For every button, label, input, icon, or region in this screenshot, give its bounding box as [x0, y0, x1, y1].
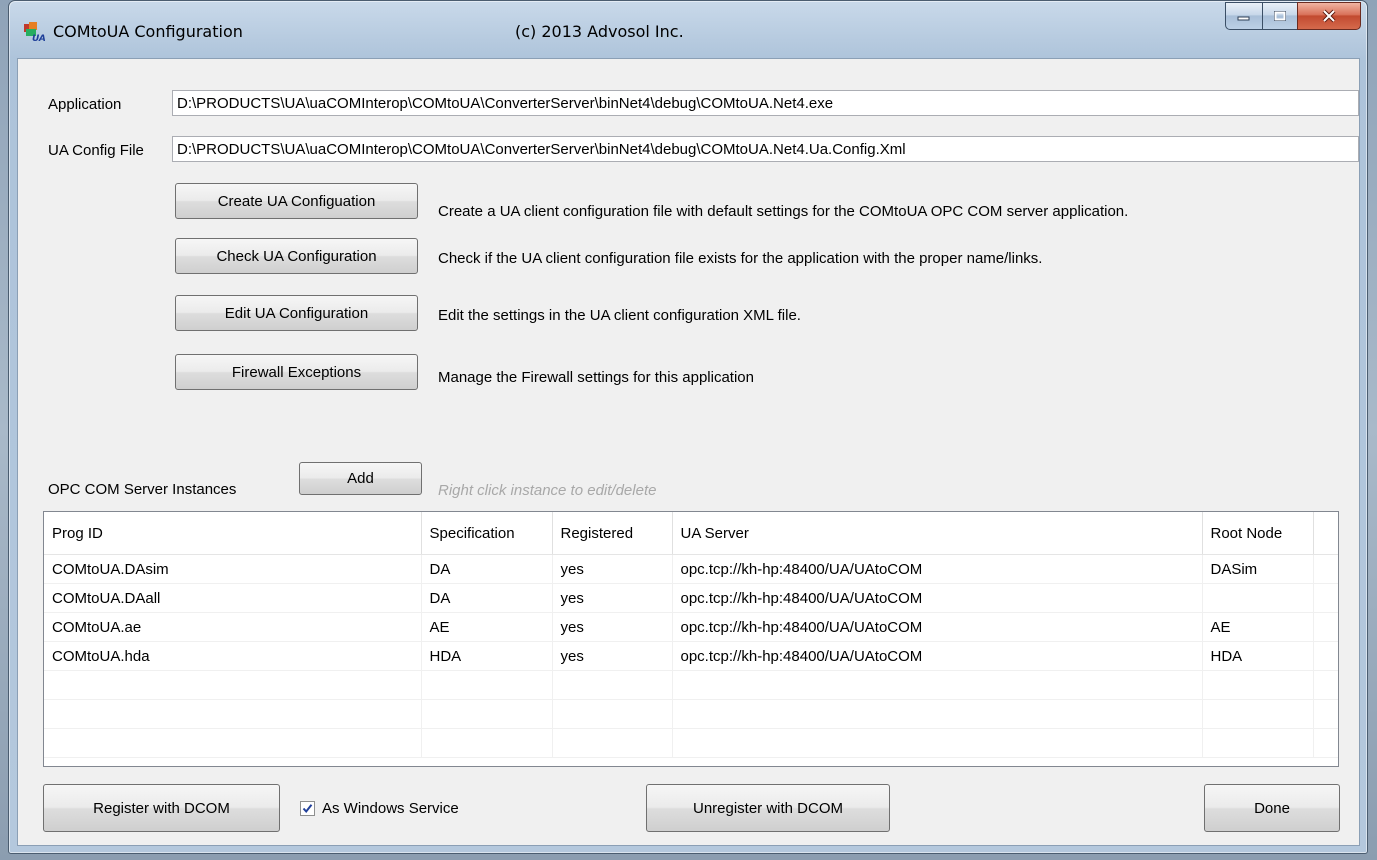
- table-row[interactable]: COMtoUA.hda HDA yes opc.tcp://kh-hp:4840…: [44, 641, 1338, 671]
- done-button[interactable]: Done: [1204, 784, 1340, 832]
- column-header-specification[interactable]: Specification: [421, 512, 553, 555]
- instance-edit-hint: Right click instance to edit/delete: [438, 482, 657, 499]
- cell-registered: yes: [552, 583, 673, 613]
- caption-buttons: [1225, 2, 1361, 30]
- title-bar[interactable]: UA COMtoUA Configuration (c) 2013 Advoso…: [9, 1, 1367, 59]
- table-row[interactable]: COMtoUA.DAall DA yes opc.tcp://kh-hp:484…: [44, 583, 1338, 613]
- table-header-row: Prog ID Specification Registered UA Serv…: [44, 512, 1338, 555]
- config-file-path-field[interactable]: D:\PRODUCTS\UA\uaCOMInterop\COMtoUA\Conv…: [172, 136, 1359, 162]
- create-ua-config-description: Create a UA client configuration file wi…: [438, 203, 1129, 220]
- firewall-exceptions-description: Manage the Firewall settings for this ap…: [438, 369, 754, 386]
- cell-registered: yes: [552, 612, 673, 642]
- window-title: COMtoUA Configuration: [53, 22, 243, 41]
- cell-ua-server: opc.tcp://kh-hp:48400/UA/UAtoCOM: [672, 641, 1203, 671]
- app-icon: UA: [24, 22, 45, 43]
- check-ua-config-description: Check if the UA client configuration fil…: [438, 250, 1043, 267]
- cell-prog-id: COMtoUA.hda: [44, 641, 422, 671]
- firewall-exceptions-button[interactable]: Firewall Exceptions: [175, 354, 418, 390]
- cell-registered: yes: [552, 641, 673, 671]
- column-header-root-node[interactable]: Root Node: [1202, 512, 1314, 555]
- application-path-field[interactable]: D:\PRODUCTS\UA\uaCOMInterop\COMtoUA\Conv…: [172, 90, 1359, 116]
- config-file-label: UA Config File: [48, 142, 144, 159]
- window-copyright: (c) 2013 Advosol Inc.: [515, 22, 684, 41]
- empty-row: [44, 728, 1338, 758]
- cell-specification: HDA: [421, 641, 553, 671]
- cell-root-node: AE: [1202, 612, 1314, 642]
- minimize-button[interactable]: [1225, 2, 1262, 30]
- cell-specification: DA: [421, 554, 553, 584]
- unregister-dcom-button[interactable]: Unregister with DCOM: [646, 784, 890, 832]
- cell-prog-id: COMtoUA.ae: [44, 612, 422, 642]
- cell-prog-id: COMtoUA.DAall: [44, 583, 422, 613]
- cell-registered: yes: [552, 554, 673, 584]
- edit-ua-config-button[interactable]: Edit UA Configuration: [175, 295, 418, 331]
- cell-ua-server: opc.tcp://kh-hp:48400/UA/UAtoCOM: [672, 554, 1203, 584]
- minimize-icon: [1237, 16, 1250, 21]
- cell-specification: AE: [421, 612, 553, 642]
- empty-row: [44, 699, 1338, 729]
- add-instance-button[interactable]: Add: [299, 462, 422, 495]
- client-area: Application D:\PRODUCTS\UA\uaCOMInterop\…: [17, 58, 1360, 846]
- cell-filler: [1313, 554, 1338, 584]
- create-ua-config-button[interactable]: Create UA Configuation: [175, 183, 418, 219]
- table-row[interactable]: COMtoUA.ae AE yes opc.tcp://kh-hp:48400/…: [44, 612, 1338, 642]
- server-instances-grid[interactable]: Prog ID Specification Registered UA Serv…: [43, 511, 1339, 767]
- instances-table: Prog ID Specification Registered UA Serv…: [44, 512, 1338, 758]
- main-window: UA COMtoUA Configuration (c) 2013 Advoso…: [8, 0, 1368, 854]
- edit-ua-config-description: Edit the settings in the UA client confi…: [438, 307, 801, 324]
- cell-filler: [1313, 641, 1338, 671]
- windows-service-label: As Windows Service: [322, 800, 459, 817]
- cell-root-node: HDA: [1202, 641, 1314, 671]
- cell-ua-server: opc.tcp://kh-hp:48400/UA/UAtoCOM: [672, 583, 1203, 613]
- windows-service-checkbox[interactable]: [300, 801, 315, 816]
- close-icon: [1322, 9, 1336, 23]
- cell-ua-server: opc.tcp://kh-hp:48400/UA/UAtoCOM: [672, 612, 1203, 642]
- empty-row: [44, 670, 1338, 700]
- column-header-registered[interactable]: Registered: [552, 512, 673, 555]
- maximize-icon: [1274, 11, 1286, 21]
- table-row[interactable]: COMtoUA.DAsim DA yes opc.tcp://kh-hp:484…: [44, 554, 1338, 584]
- cell-root-node: DASim: [1202, 554, 1314, 584]
- cell-root-node: [1202, 583, 1314, 613]
- checkmark-icon: [302, 804, 313, 814]
- check-ua-config-button[interactable]: Check UA Configuration: [175, 238, 418, 274]
- application-label: Application: [48, 96, 122, 113]
- maximize-button[interactable]: [1262, 2, 1297, 30]
- column-header-prog-id[interactable]: Prog ID: [44, 512, 422, 555]
- cell-filler: [1313, 612, 1338, 642]
- cell-specification: DA: [421, 583, 553, 613]
- cell-prog-id: COMtoUA.DAsim: [44, 554, 422, 584]
- svg-text:UA: UA: [32, 34, 45, 43]
- column-header-ua-server[interactable]: UA Server: [672, 512, 1203, 555]
- column-header-filler: [1313, 512, 1338, 555]
- register-dcom-button[interactable]: Register with DCOM: [43, 784, 280, 832]
- server-instances-label: OPC COM Server Instances: [48, 481, 237, 498]
- close-button[interactable]: [1297, 2, 1361, 30]
- cell-filler: [1313, 583, 1338, 613]
